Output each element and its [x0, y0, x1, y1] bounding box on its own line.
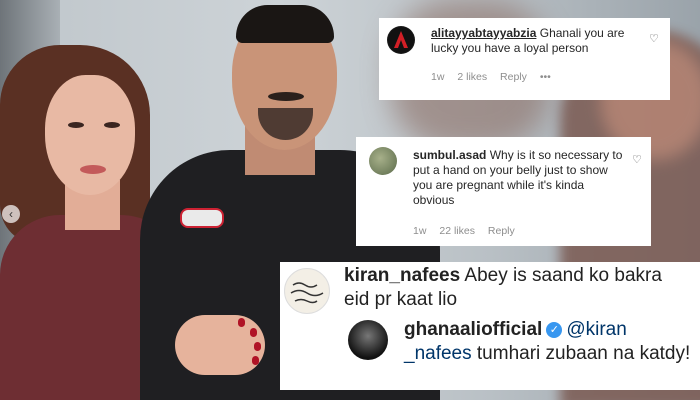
comment-username[interactable]: alitayyabtayyabzia — [431, 26, 536, 40]
comment-body: sumbul.asad Why is it so necessary to pu… — [413, 148, 628, 208]
comment-likes[interactable]: 2 likes — [457, 71, 487, 83]
woman-eye-left — [68, 122, 84, 128]
reply-avatar[interactable] — [348, 320, 388, 360]
woman-face — [45, 75, 135, 195]
comment-time: 1w — [431, 71, 445, 83]
nail — [254, 342, 261, 351]
like-heart-icon[interactable]: ♡ — [632, 153, 642, 166]
nail — [238, 318, 245, 327]
woman-eye-right — [104, 122, 120, 128]
avatar-logo-icon — [388, 27, 414, 53]
nail — [252, 356, 259, 365]
comment-body: kiran_nafees Abey is saand ko bakra eid … — [344, 264, 689, 312]
more-options-icon[interactable]: ••• — [540, 71, 551, 83]
like-heart-icon[interactable]: ♡ — [649, 32, 659, 45]
avatar[interactable] — [284, 268, 330, 314]
avatar[interactable] — [369, 147, 397, 175]
reply-text: tumhari zubaan na katdy! — [476, 343, 691, 364]
reply-button[interactable]: Reply — [500, 71, 527, 83]
comment-thread: kiran_nafees Abey is saand ko bakra eid … — [280, 262, 700, 390]
man-moustache — [268, 92, 304, 101]
avatar[interactable] — [387, 26, 415, 54]
comment-username[interactable]: kiran_nafees — [344, 265, 460, 286]
carousel-prev-icon[interactable]: ‹ — [2, 205, 20, 223]
comment-username[interactable]: sumbul.asad — [413, 148, 486, 162]
reply-username[interactable]: ghanaaliofficial — [404, 319, 542, 340]
comment-meta: 1w 2 likes Reply ••• — [431, 71, 561, 83]
avatar-calligraphy-icon — [290, 282, 324, 304]
verified-badge-icon: ✓ — [546, 322, 563, 338]
comment-meta: 1w 22 likes Reply — [413, 225, 525, 237]
comment-time: 1w — [413, 225, 427, 237]
woman-lips — [80, 165, 106, 174]
hand-on-belly — [175, 315, 265, 375]
comment-likes[interactable]: 22 likes — [439, 225, 475, 237]
shirt-logo — [180, 208, 224, 228]
comment-card: alitayyabtayyabzia Ghanali you are lucky… — [379, 18, 670, 100]
comment-card: sumbul.asad Why is it so necessary to pu… — [356, 137, 651, 246]
man-hair — [236, 5, 334, 43]
comment-body: alitayyabtayyabzia Ghanali you are lucky… — [431, 26, 641, 56]
reply-body: ghanaaliofficial ✓ @kiran _nafees tumhari … — [404, 318, 694, 366]
nail — [250, 328, 257, 337]
reply-button[interactable]: Reply — [488, 225, 515, 237]
